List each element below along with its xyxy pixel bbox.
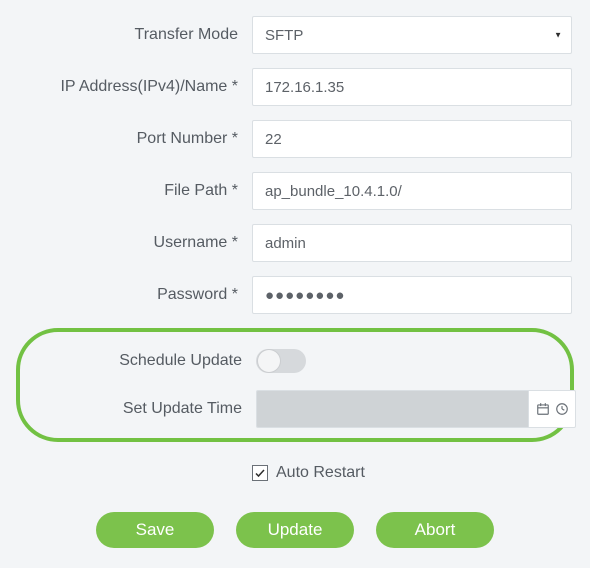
- label-password: Password *: [12, 286, 252, 304]
- save-button[interactable]: Save: [96, 512, 214, 548]
- calendar-icon: [536, 402, 550, 416]
- row-username: Username *: [12, 224, 578, 262]
- button-bar: Save Update Abort: [12, 512, 578, 548]
- transfer-mode-select[interactable]: SFTP: [252, 16, 572, 54]
- schedule-update-toggle[interactable]: [256, 349, 306, 373]
- username-input[interactable]: [252, 224, 572, 262]
- filepath-input[interactable]: [252, 172, 572, 210]
- port-input[interactable]: [252, 120, 572, 158]
- update-time-input: [256, 390, 528, 428]
- row-port: Port Number *: [12, 120, 578, 158]
- label-port: Port Number *: [12, 130, 252, 148]
- row-transfer-mode: Transfer Mode SFTP ▼: [12, 16, 578, 54]
- password-input[interactable]: ●●●●●●●●: [252, 276, 572, 314]
- row-password: Password * ●●●●●●●●: [12, 276, 578, 314]
- label-auto-restart: Auto Restart: [276, 464, 365, 482]
- check-icon: [254, 467, 266, 479]
- row-schedule-update: Schedule Update: [28, 342, 562, 380]
- clock-icon: [555, 402, 569, 416]
- ip-input[interactable]: [252, 68, 572, 106]
- row-set-update-time: Set Update Time: [28, 390, 562, 428]
- row-auto-restart: Auto Restart: [12, 454, 578, 492]
- auto-restart-checkbox[interactable]: [252, 465, 268, 481]
- schedule-highlight: Schedule Update Set Update Time: [16, 328, 574, 442]
- row-filepath: File Path *: [12, 172, 578, 210]
- toggle-thumb: [258, 350, 280, 372]
- label-ip: IP Address(IPv4)/Name *: [12, 78, 252, 96]
- label-schedule-update: Schedule Update: [28, 352, 256, 370]
- row-ip: IP Address(IPv4)/Name *: [12, 68, 578, 106]
- update-time-field: [256, 390, 576, 428]
- update-button[interactable]: Update: [236, 512, 354, 548]
- update-time-picker-button[interactable]: [528, 390, 576, 428]
- label-set-update-time: Set Update Time: [28, 400, 256, 418]
- label-transfer-mode: Transfer Mode: [12, 26, 252, 44]
- firmware-update-form: Transfer Mode SFTP ▼ IP Address(IPv4)/Na…: [0, 0, 590, 568]
- label-username: Username *: [12, 234, 252, 252]
- abort-button[interactable]: Abort: [376, 512, 494, 548]
- label-filepath: File Path *: [12, 182, 252, 200]
